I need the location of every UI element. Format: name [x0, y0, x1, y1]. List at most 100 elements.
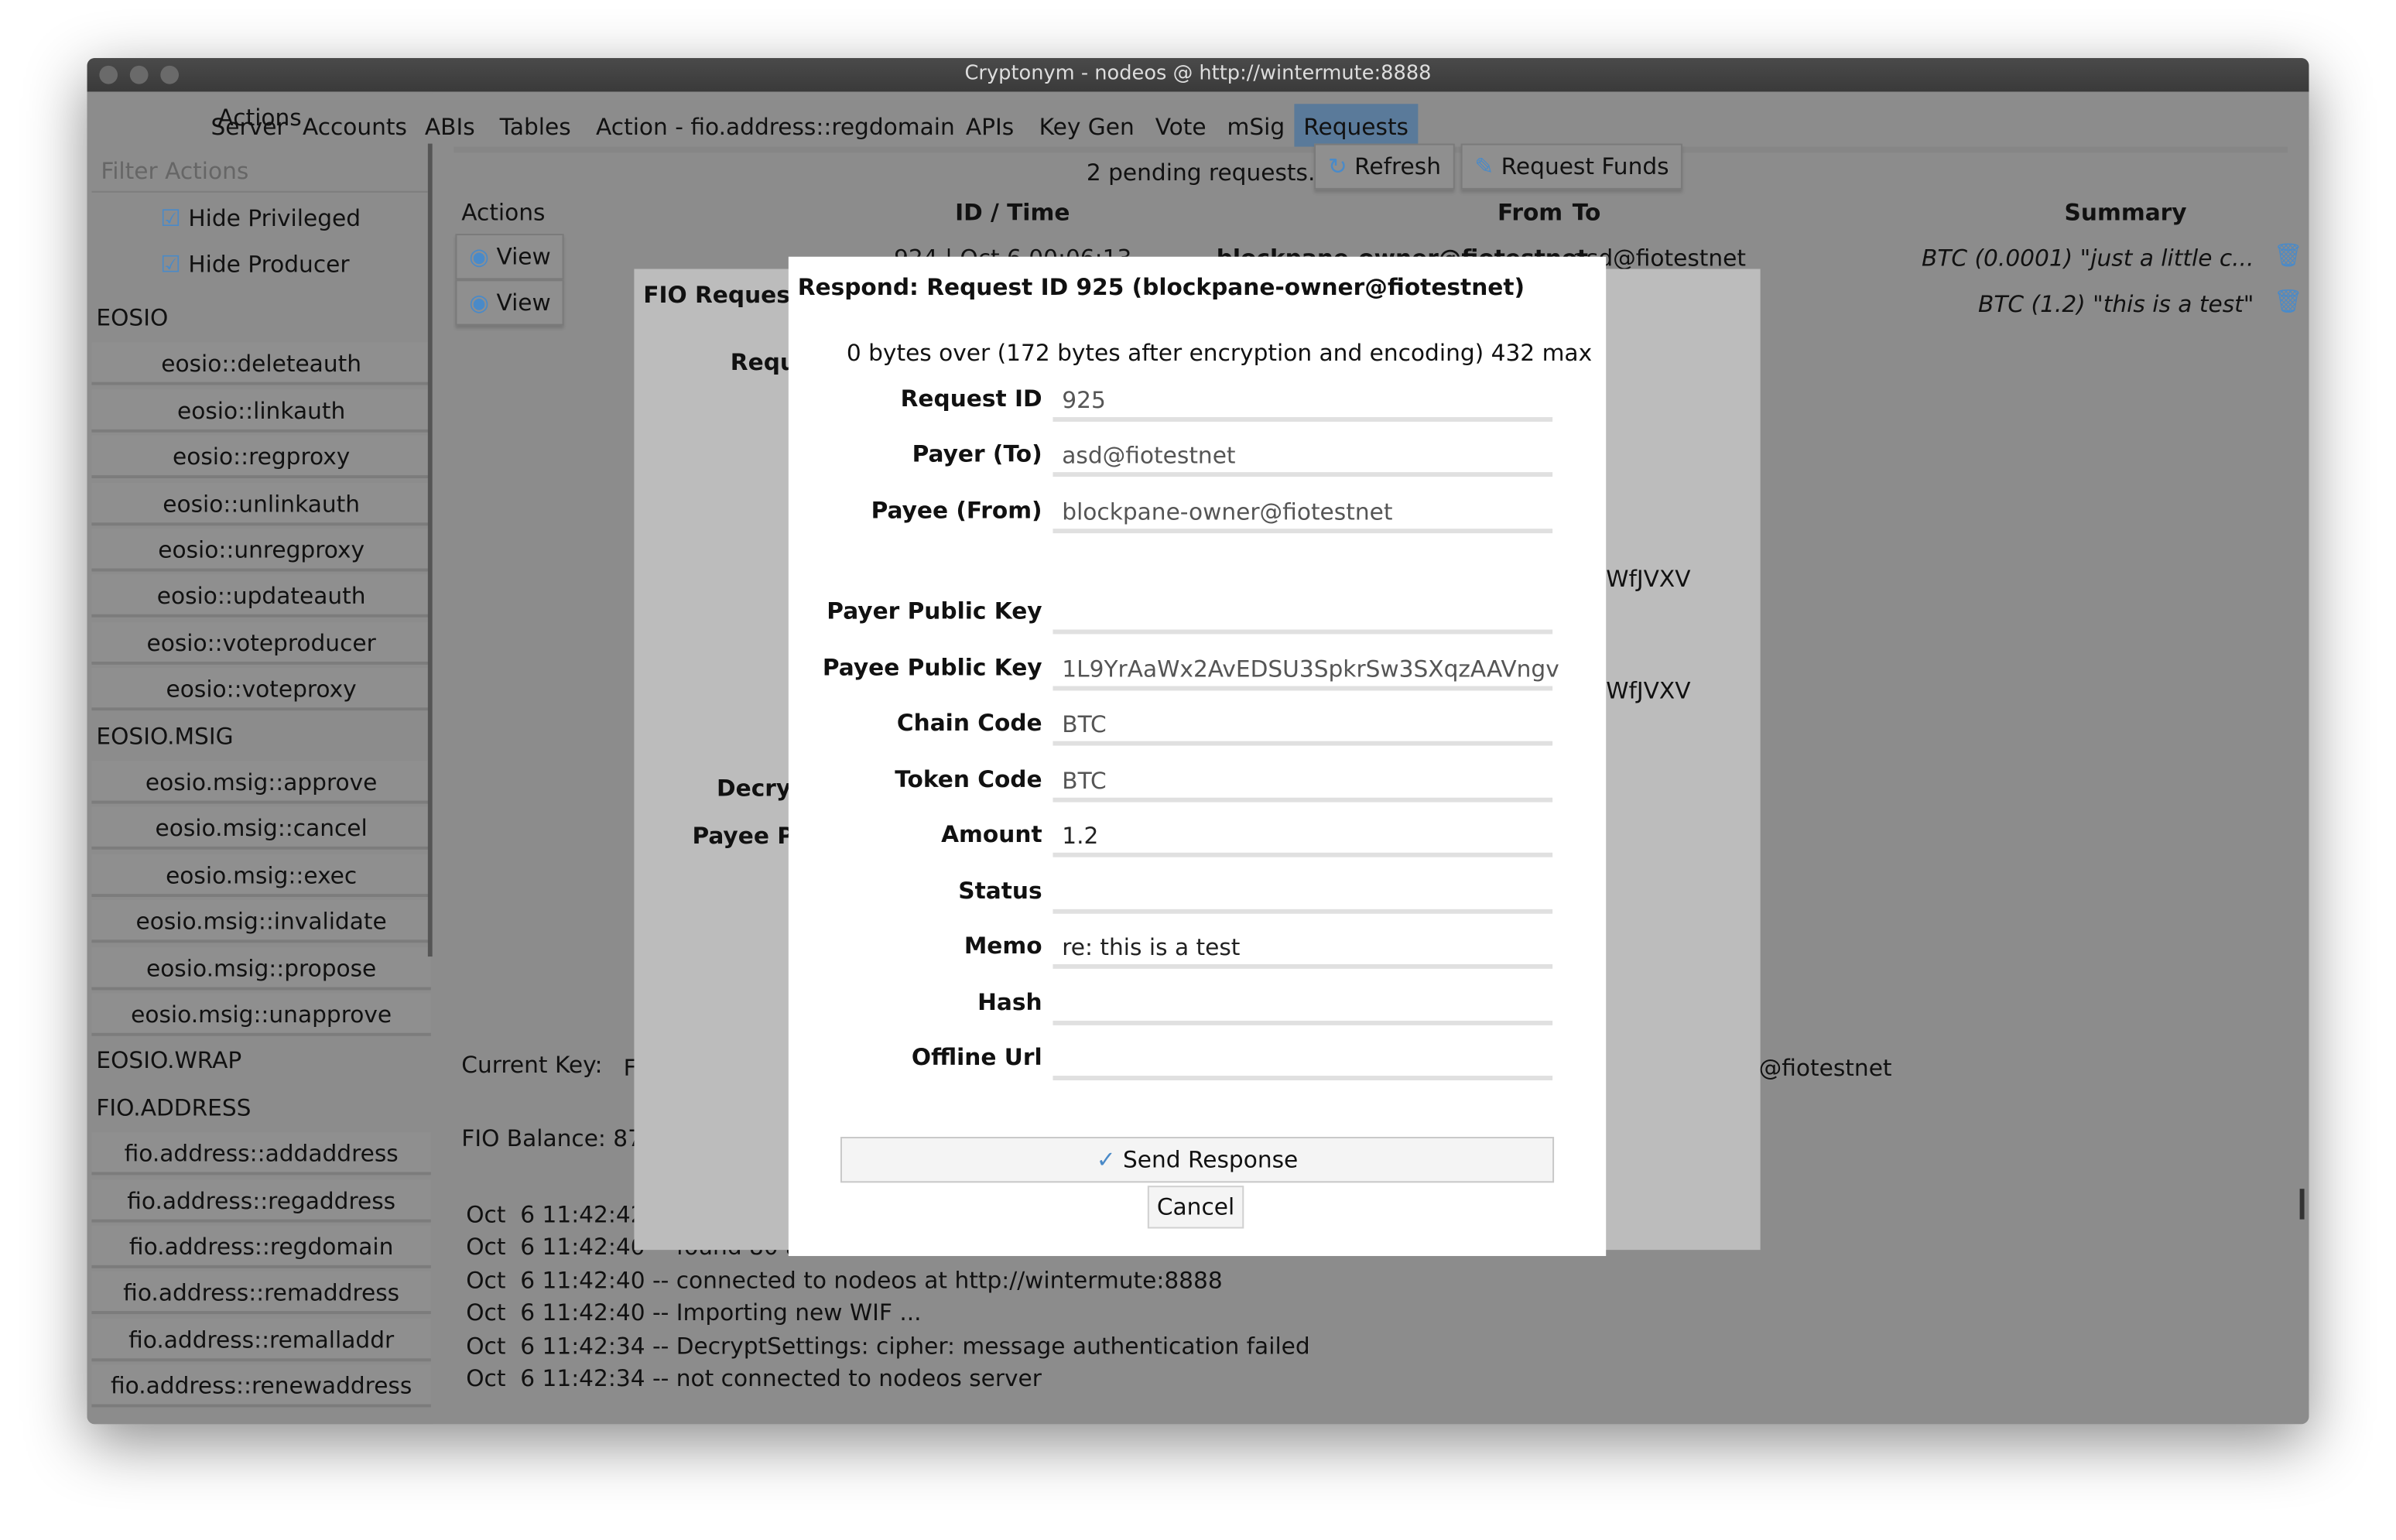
field-input[interactable]: 1.2 — [1053, 817, 1553, 857]
field-label: Amount — [941, 820, 1042, 848]
field-label: Token Code — [895, 765, 1042, 793]
checkmark-icon: ✓ — [1096, 1145, 1116, 1174]
sidebar-group-header[interactable]: EOSIO.MSIG — [96, 714, 233, 757]
sidebar-group-header[interactable]: EOSIO.WRAP — [96, 1039, 241, 1082]
tab-key-gen[interactable]: Key Gen — [1030, 104, 1144, 149]
field-input[interactable] — [1053, 986, 1553, 1025]
view-button[interactable]: ◉ View — [455, 234, 565, 280]
sidebar-action-item[interactable]: eosio::updateauth — [91, 575, 431, 618]
send-response-button[interactable]: ✓ Send Response — [840, 1137, 1555, 1183]
tab-vote[interactable]: Vote — [1146, 104, 1216, 149]
eye-icon: ◉ — [469, 242, 490, 271]
field-input[interactable]: blockpane-owner@fiotestnet — [1053, 494, 1553, 534]
sidebar-action-item[interactable]: fio.address::addaddress — [91, 1132, 431, 1176]
field-label: Payer (To) — [912, 440, 1042, 468]
log-line: Oct 6 11:42:40 -- connected to nodeos at… — [466, 1266, 1223, 1295]
fio-balance: FIO Balance: 87 — [461, 1124, 642, 1152]
refresh-button[interactable]: ↻ Refresh — [1314, 143, 1455, 190]
col-actions: Actions — [461, 198, 546, 227]
send-label: Send Response — [1123, 1145, 1299, 1174]
trash-icon[interactable]: 🗑 — [2274, 287, 2303, 315]
respond-dialog: Respond: Request ID 925 (blockpane-owner… — [788, 256, 1607, 1257]
request-funds-label: Request Funds — [1501, 152, 1669, 180]
sidebar-action-item[interactable]: eosio.msig::unapprove — [91, 993, 431, 1036]
checkbox-label: Hide Producer — [188, 250, 350, 279]
dialog-title: FIO Request — [643, 281, 802, 309]
cancel-button[interactable]: Cancel — [1147, 1186, 1244, 1229]
sidebar-action-item[interactable]: eosio::voteproxy — [91, 668, 431, 711]
eye-icon: ◉ — [469, 289, 490, 317]
field-label: Payer Public Key — [827, 597, 1042, 625]
field-input[interactable]: asd@fiotestnet — [1053, 437, 1553, 477]
field-label: Status — [958, 877, 1042, 905]
tab-apis[interactable]: APIs — [957, 104, 1023, 149]
sidebar-action-item[interactable]: eosio::deleteauth — [91, 343, 431, 386]
sidebar-action-item[interactable]: fio.address::regaddress — [91, 1179, 431, 1222]
col-id-time: ID / Time — [955, 198, 1070, 227]
sidebar-action-item[interactable]: eosio.msig::propose — [91, 946, 431, 990]
checkbox-checked-icon: ☑ — [160, 204, 181, 233]
tab-msig[interactable]: mSig — [1218, 104, 1294, 149]
sidebar-action-item[interactable]: fio.address::remaddress — [91, 1271, 431, 1315]
sidebar-action-item[interactable]: eosio.msig::invalidate — [91, 900, 431, 943]
sidebar: Actions Filter Actions ☑ Hide Privileged… — [87, 91, 433, 1425]
tab-tables[interactable]: Tables — [491, 104, 580, 149]
field-input[interactable]: re: this is a test — [1053, 929, 1553, 969]
sidebar-action-item[interactable]: eosio::linkauth — [91, 389, 431, 433]
tab-abis[interactable]: ABIs — [416, 104, 484, 149]
field-input[interactable]: BTC — [1053, 706, 1553, 746]
pencil-icon: ✎ — [1474, 152, 1494, 180]
log-scrollbar[interactable] — [2299, 1189, 2305, 1220]
minimize-window-button[interactable] — [129, 65, 149, 84]
sidebar-action-item[interactable]: eosio.msig::cancel — [91, 807, 431, 850]
field-label: Request ID — [900, 385, 1042, 413]
view-label: View — [496, 289, 551, 317]
sidebar-action-item[interactable]: fio.address::renewaddress — [91, 1364, 431, 1408]
current-key-label: Current Key: — [461, 1051, 603, 1079]
field-label: Memo — [964, 932, 1042, 960]
pending-count: 2 pending requests. — [1086, 159, 1316, 187]
tab-server[interactable]: Server — [202, 104, 296, 149]
checkbox-label: Hide Privileged — [188, 204, 361, 233]
view-label: View — [496, 242, 551, 271]
sidebar-group-header[interactable]: EOSIO — [96, 296, 168, 339]
sidebar-action-item[interactable]: eosio::unlinkauth — [91, 482, 431, 525]
sidebar-action-item[interactable]: eosio.msig::approve — [91, 761, 431, 804]
zoom-window-button[interactable] — [160, 65, 180, 84]
field-label: Payee (From) — [871, 496, 1042, 525]
trash-icon[interactable]: 🗑 — [2274, 241, 2303, 269]
request-funds-button[interactable]: ✎ Request Funds — [1460, 143, 1683, 190]
sidebar-action-item[interactable]: fio.address::remalladdr — [91, 1318, 431, 1361]
sidebar-group-header[interactable]: FIO.ADDRESS — [96, 1086, 251, 1128]
field-label: Payee Public Key — [822, 654, 1042, 682]
field-label: Chain Code — [896, 709, 1042, 737]
checkbox-checked-icon: ☑ — [160, 250, 181, 279]
field-label: Offline Url — [911, 1043, 1042, 1072]
tab-action-fio-address-regdomain[interactable]: Action - fio.address::regdomain — [587, 104, 964, 149]
hide-producer-checkbox[interactable]: ☑ Hide Producer — [160, 251, 349, 279]
refresh-label: Refresh — [1354, 152, 1441, 180]
field-input[interactable]: BTC — [1053, 762, 1553, 803]
tab-accounts[interactable]: Accounts — [293, 104, 416, 149]
field-input[interactable]: 925 — [1053, 382, 1553, 422]
col-summary: Summary — [2064, 198, 2187, 227]
sidebar-action-item[interactable]: fio.address::regdomain — [91, 1225, 431, 1268]
current-account: @fiotestnet — [1758, 1054, 1892, 1082]
filter-actions-input[interactable]: Filter Actions — [91, 150, 428, 193]
row-summary: BTC (1.2) "this is a test" — [1978, 290, 2254, 318]
hide-privileged-checkbox[interactable]: ☑ Hide Privileged — [160, 205, 361, 233]
sidebar-action-item[interactable]: eosio::voteproducer — [91, 621, 431, 665]
window-title: Cryptonym - nodeos @ http://wintermute:8… — [964, 62, 1432, 86]
view-button[interactable]: ◉ View — [455, 279, 565, 326]
field-input[interactable] — [1053, 1041, 1553, 1080]
sidebar-action-item[interactable]: eosio.msig::exec — [91, 854, 431, 897]
sidebar-action-item[interactable]: eosio::regproxy — [91, 436, 431, 479]
field-input[interactable] — [1053, 874, 1553, 914]
field-label: Hash — [977, 988, 1042, 1017]
field-input[interactable]: 1L9YrAaWx2AvEDSU3SpkrSw3SXqzAAVngv — [1053, 651, 1559, 691]
close-window-button[interactable] — [99, 65, 118, 84]
col-from: From — [1498, 198, 1563, 227]
log-line: Oct 6 11:42:42 — [466, 1200, 645, 1229]
sidebar-action-item[interactable]: eosio::unregproxy — [91, 529, 431, 572]
field-input[interactable] — [1053, 594, 1553, 635]
